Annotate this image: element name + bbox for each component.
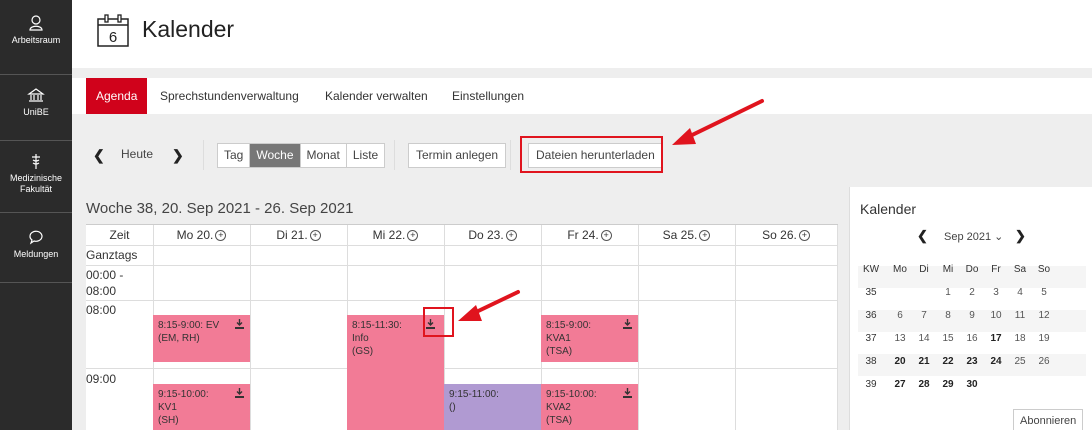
annotation-arrows [458, 99, 764, 321]
arrow-line [470, 290, 520, 316]
arrow-head [672, 128, 696, 145]
arrow-head [458, 305, 482, 321]
arrow-line [684, 99, 764, 140]
